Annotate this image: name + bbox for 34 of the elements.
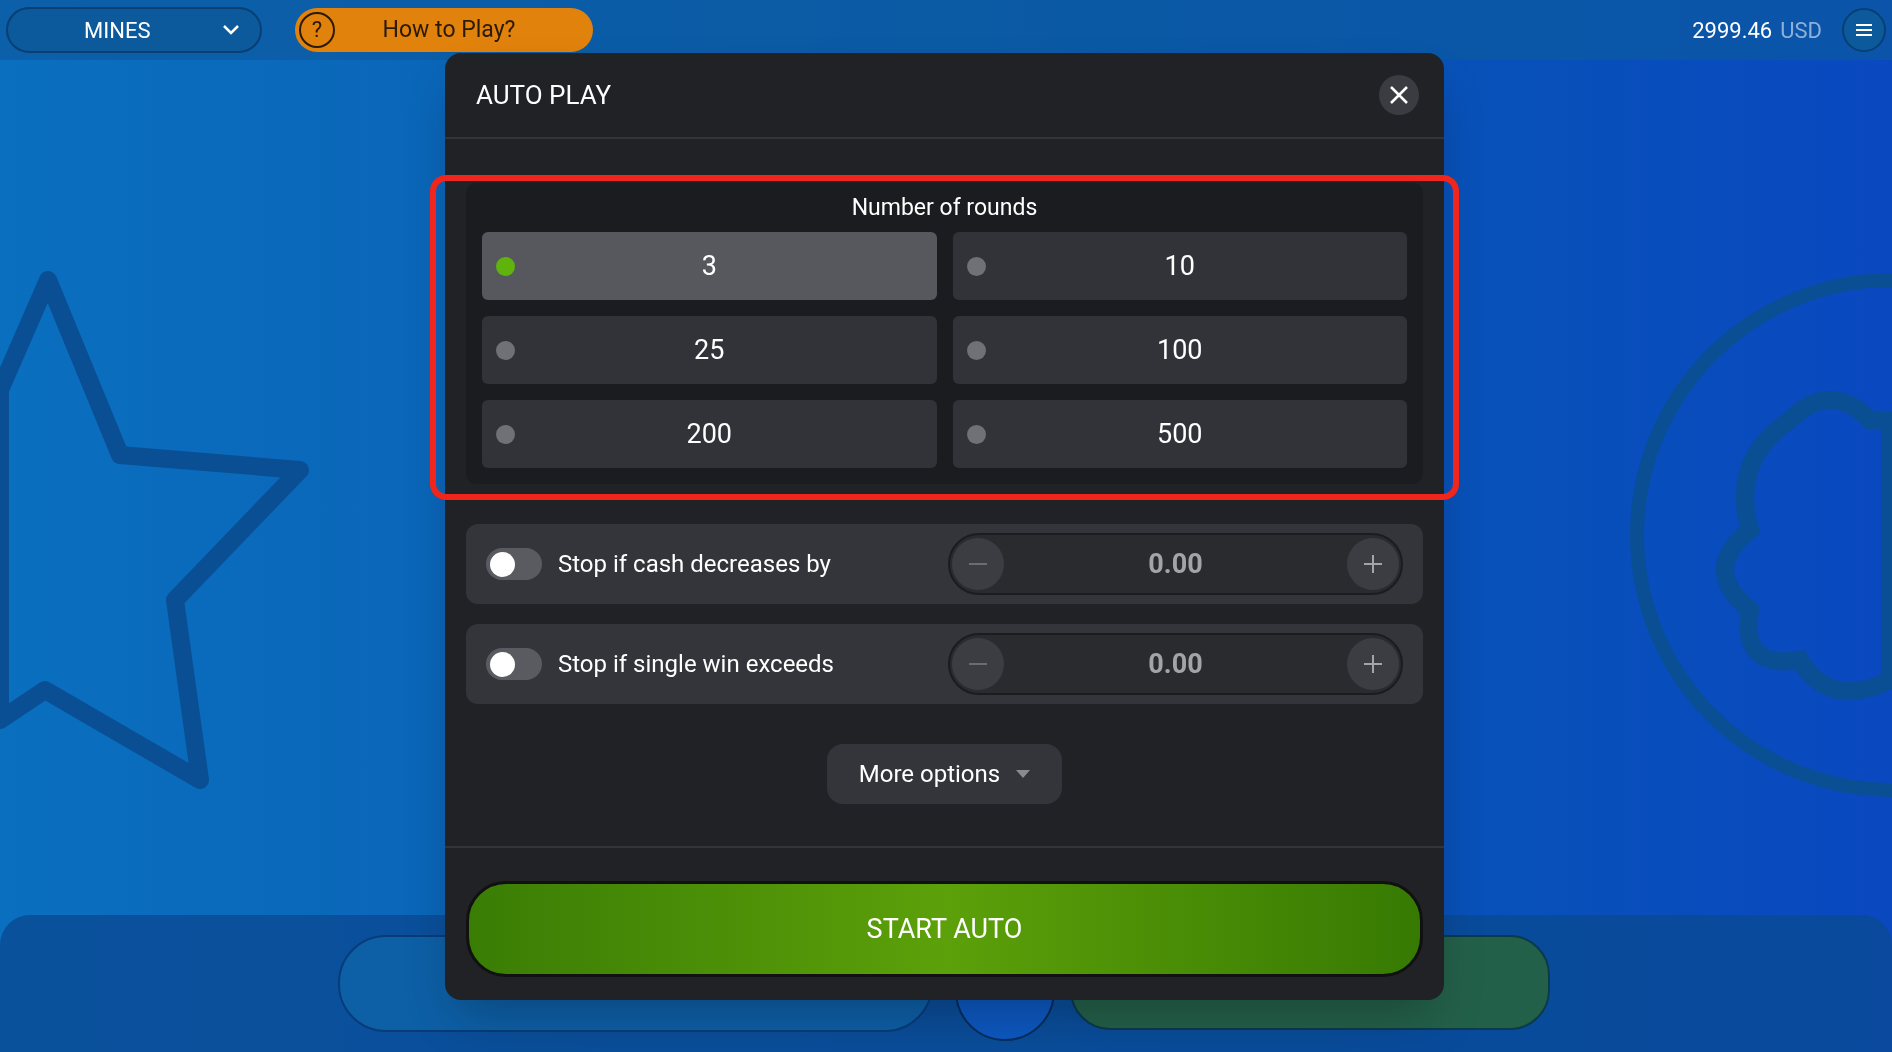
plus-icon xyxy=(1364,655,1382,673)
dialog-title: AUTO PLAY xyxy=(476,78,612,112)
balance-amount: 2999.46 xyxy=(1692,16,1773,45)
game-selector[interactable]: MINES xyxy=(6,7,262,53)
help-icon: ? xyxy=(299,12,335,48)
toggle-switch[interactable] xyxy=(486,548,542,580)
amount-value: 0.00 xyxy=(1148,546,1203,582)
plus-icon xyxy=(1364,555,1382,573)
minus-icon xyxy=(969,563,987,565)
rounds-option[interactable]: 3 xyxy=(482,232,937,300)
toggle-switch[interactable] xyxy=(486,648,542,680)
rounds-option[interactable]: 500 xyxy=(952,400,1407,468)
amount-value: 0.00 xyxy=(1148,646,1203,682)
rounds-option[interactable]: 10 xyxy=(952,232,1407,300)
menu-button[interactable] xyxy=(1842,8,1886,52)
rounds-option[interactable]: 25 xyxy=(482,316,937,384)
how-to-play-button[interactable]: ? How to Play? xyxy=(295,8,593,52)
amount-stepper[interactable]: 0.00 xyxy=(948,633,1403,695)
chevron-down-icon xyxy=(222,24,240,36)
condition-label: Stop if single win exceeds xyxy=(558,649,835,680)
rounds-label: Number of rounds xyxy=(851,193,1038,223)
rounds-option[interactable]: 100 xyxy=(952,316,1407,384)
more-options-button[interactable]: More options xyxy=(826,744,1063,804)
minus-icon xyxy=(969,663,987,665)
menu-icon xyxy=(1855,23,1873,37)
amount-stepper[interactable]: 0.00 xyxy=(948,533,1403,595)
caret-down-icon xyxy=(1016,770,1031,778)
close-button[interactable] xyxy=(1379,75,1419,115)
increase-button[interactable] xyxy=(1347,638,1399,690)
rounds-option[interactable]: 200 xyxy=(482,400,937,468)
currency-label: USD xyxy=(1780,16,1822,45)
close-icon xyxy=(1389,85,1409,105)
increase-button[interactable] xyxy=(1347,538,1399,590)
condition-label: Stop if cash decreases by xyxy=(558,549,832,580)
